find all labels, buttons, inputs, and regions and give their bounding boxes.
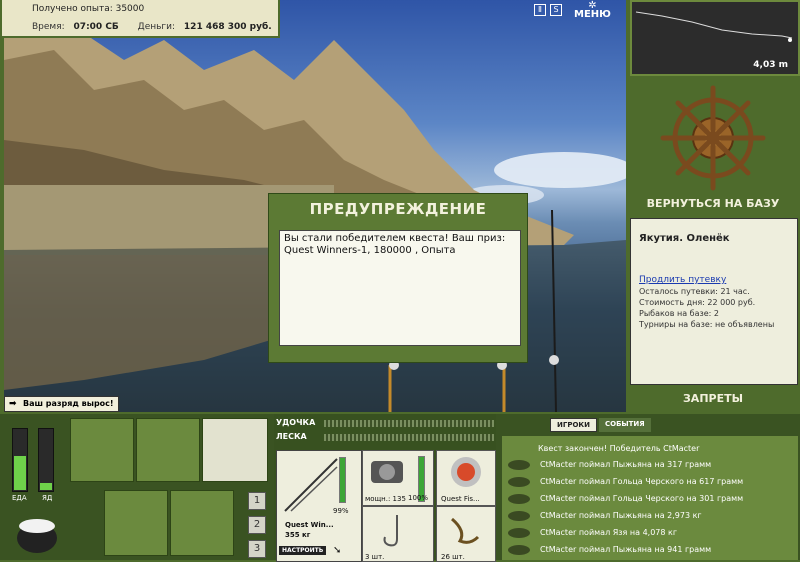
dialog-title: ПРЕДУПРЕЖДЕНИЕ <box>309 200 487 218</box>
poison-meter <box>38 428 54 492</box>
fish-icon <box>508 460 530 470</box>
experience-text: Получено опыта: 35000 <box>32 4 145 14</box>
fish-icon <box>508 494 530 504</box>
ship-wheel-icon <box>660 85 766 191</box>
depth-value: 4,03 m <box>753 60 788 70</box>
tackle-box-slot[interactable] <box>70 418 134 482</box>
rod-condition-bar <box>339 457 346 503</box>
rod-condition-fill <box>340 458 345 502</box>
bait-slot[interactable]: 26 шт. <box>436 506 496 562</box>
bucket-slot[interactable] <box>170 490 234 556</box>
cauldron-icon[interactable] <box>12 510 62 556</box>
menu-button[interactable]: ✲ МЕНЮ <box>574 1 611 20</box>
food-meter-fill <box>14 455 26 490</box>
poison-label: ЯД <box>42 494 53 502</box>
tab-players[interactable]: ИГРОКИ <box>550 418 597 432</box>
top-controls: Ⅱ S ✲ МЕНЮ <box>534 1 611 20</box>
player-status-panel: Получено опыта: 35000 Время: 07:00 СБ Де… <box>0 0 280 38</box>
hook-icon <box>383 515 398 547</box>
event-text: CtMacter поймал Пыжьяна на 2,973 кг <box>540 511 702 520</box>
net-bag-slot[interactable] <box>136 418 200 482</box>
rod-icon <box>284 458 338 512</box>
rod-tension-row: УДОЧКА <box>276 418 494 430</box>
line-label: ЛЕСКА <box>276 432 307 441</box>
rod-weight: 355 кг <box>285 531 311 539</box>
info-line-remaining: Осталось путевки: 21 час. <box>639 287 750 296</box>
lure-slot[interactable]: Quest Fis... <box>436 450 496 506</box>
page-2-button[interactable]: 2 <box>248 516 266 534</box>
food-meter <box>12 428 28 492</box>
line-tension-row: ЛЕСКА <box>276 432 494 444</box>
dialog-message: Вы стали победителем квеста! Ваш приз: Q… <box>279 230 521 346</box>
rod-tension-bar <box>324 420 494 427</box>
location-title: Якутия. Оленёк <box>639 233 730 244</box>
level-up-text: Ваш разряд вырос! <box>23 399 114 408</box>
menu-label: МЕНЮ <box>574 9 611 20</box>
reel-icon <box>371 461 403 483</box>
money-value: 121 468 300 руб. <box>183 22 272 32</box>
events-tabs: ИГРОКИ СОБЫТИЯ <box>550 418 651 432</box>
return-label: ВЕРНУТЬСЯ НА БАЗУ <box>646 197 780 210</box>
info-line-tournaments: Турниры на базе: не объявлены <box>639 320 775 329</box>
events-list: Квест закончен! Победитель CtMacter CtMa… <box>502 436 798 560</box>
event-text: CtMacter поймал Пыжьяна на 317 грамм <box>540 460 712 469</box>
list-item: CtMacter поймал Пыжьяна на 317 грамм <box>506 458 796 472</box>
info-line-cost: Стоимость дня: 22 000 руб. <box>639 298 756 307</box>
event-text: CtMacter поймал Гольца Черского на 301 г… <box>540 494 744 503</box>
rod-label: УДОЧКА <box>276 418 316 427</box>
extend-permit-link[interactable]: Продлить путевку <box>639 275 726 285</box>
fish-icon <box>508 511 530 521</box>
event-text: CtMacter поймал Пыжьяна на 941 грамм <box>540 545 712 554</box>
rod-slot[interactable]: 99% Quest Win... 355 кг НАСТРОИТЬ ➘ <box>276 450 362 562</box>
reel-percent: 100% <box>408 494 429 502</box>
return-to-base-button[interactable]: ВЕРНУТЬСЯ НА БАЗУ <box>630 83 796 213</box>
tab-events[interactable]: СОБЫТИЯ <box>598 418 651 432</box>
pause-icon[interactable]: Ⅱ <box>534 4 546 16</box>
events-panel: ИГРОКИ СОБЫТИЯ Квест закончен! Победител… <box>500 414 800 560</box>
time-value: 07:00 СБ <box>73 22 119 32</box>
warning-dialog: ПРЕДУПРЕЖДЕНИЕ Вы стали победителем квес… <box>268 193 528 363</box>
poison-meter-fill <box>40 482 52 490</box>
reel-power: мощн.: 135 <box>365 495 406 503</box>
sound-icon[interactable]: S <box>550 4 562 16</box>
fish-basket-slot[interactable] <box>104 490 168 556</box>
tune-button[interactable]: НАСТРОИТЬ <box>279 546 327 555</box>
bans-button[interactable]: ЗАПРЕТЫ <box>630 392 796 405</box>
rod-name: Quest Win... <box>285 521 334 529</box>
location-info-panel: Якутия. Оленёк Продлить путевку Осталось… <box>630 218 798 385</box>
time-label: Время: <box>32 22 65 32</box>
lure-icon <box>451 457 481 487</box>
fish-icon <box>508 477 530 487</box>
list-item: CtMacter поймал Язя на 4,078 кг <box>506 526 796 540</box>
rod-percent: 99% <box>333 507 349 515</box>
hook-slot[interactable]: 3 шт. <box>362 506 434 562</box>
event-text: CtMacter поймал Гольца Черского на 617 г… <box>540 477 744 486</box>
info-line-fishers: Рыбаков на базе: 2 <box>639 309 719 318</box>
list-item: CtMacter поймал Пыжьяна на 941 грамм <box>506 543 796 557</box>
fish-icon <box>508 545 530 555</box>
money-label: Деньги: <box>137 22 176 32</box>
lure-name: Quest Fis... <box>441 495 480 503</box>
level-up-notice[interactable]: ➡ Ваш разряд вырос! <box>4 396 119 412</box>
time-money-row: Время: 07:00 СБ Деньги: 121 468 300 руб. <box>32 22 276 32</box>
line-tension-bar <box>324 434 494 441</box>
page-1-button[interactable]: 1 <box>248 492 266 510</box>
fish-icon <box>508 528 530 538</box>
event-text: CtMacter поймал Язя на 4,078 кг <box>540 528 678 537</box>
list-item: CtMacter поймал Гольца Черского на 301 г… <box>506 492 796 506</box>
page-3-button[interactable]: 3 <box>248 540 266 558</box>
list-item: CtMacter поймал Пыжьяна на 2,973 кг <box>506 509 796 523</box>
map-notes-slot[interactable] <box>202 418 268 482</box>
list-item: CtMacter поймал Гольца Черского на 617 г… <box>506 475 796 489</box>
arrow-icon: ➘ <box>333 545 342 556</box>
quest-finished-text: Квест закончен! Победитель CtMacter <box>538 444 700 453</box>
food-label: ЕДА <box>12 494 27 502</box>
arrow-right-icon: ➡ <box>9 399 17 409</box>
bait-icon <box>451 517 480 544</box>
depth-gauge: 4,03 m <box>630 0 800 76</box>
